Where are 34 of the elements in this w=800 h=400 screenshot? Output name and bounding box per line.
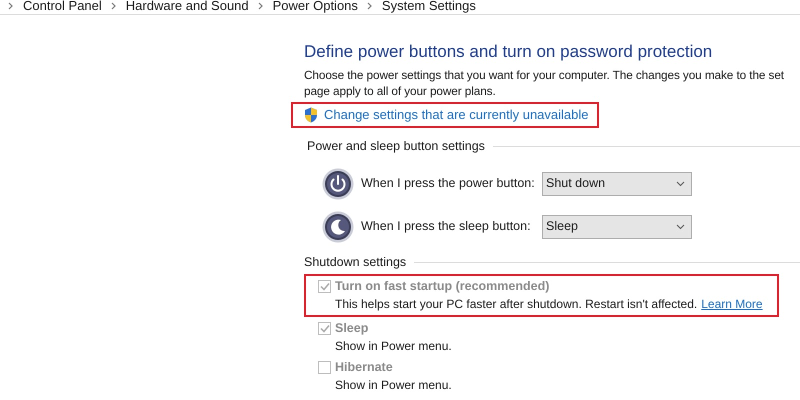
checkbox[interactable] [318, 280, 331, 293]
action-dropdown[interactable]: Sleep [542, 214, 692, 239]
breadcrumb-item[interactable]: Power Options [272, 0, 358, 16]
learn-more-link[interactable]: Learn More [701, 295, 763, 313]
chevron-down-icon [676, 180, 685, 187]
breadcrumb-item[interactable]: Control Panel [23, 0, 102, 16]
action-dropdown[interactable]: Shut down [542, 172, 692, 196]
change-settings-link[interactable]: Change settings that are currently unavailable [324, 105, 588, 125]
power-icon [322, 168, 354, 200]
option-label: Turn on fast startup (recommended) [335, 278, 550, 296]
option-description: This helps start your PC faster after shutdown. Restart isn't affected. [335, 296, 698, 313]
button-action-label: When I press the sleep button: [361, 218, 532, 236]
option-label: Hibernate [335, 359, 393, 376]
check-icon [320, 282, 330, 291]
chevron-icon [110, 2, 117, 10]
section-title: Power and sleep button settings [307, 138, 485, 155]
option-description: Show in Power menu. [335, 377, 452, 394]
checkbox[interactable] [318, 322, 331, 335]
button-action-label: When I press the power button: [361, 175, 535, 192]
chevron-down-icon [676, 224, 685, 230]
breadcrumb-item[interactable]: Hardware and Sound [126, 0, 249, 16]
option-label: Sleep [335, 320, 368, 338]
chevron-icon [258, 2, 264, 10]
page-heading: Define power buttons and turn on password protection [304, 41, 714, 63]
section-title: Shutdown settings [304, 254, 406, 271]
check-icon [320, 324, 330, 333]
breadcrumb-item[interactable]: System Settings [382, 0, 476, 16]
checkbox[interactable] [318, 361, 331, 374]
chevron-icon [366, 2, 373, 10]
moon-icon [322, 210, 354, 243]
page-description: Choose the power settings that you want for your computer. The changes you make to the set page apply to all of your power plans. [304, 67, 785, 99]
chevron-icon [8, 2, 14, 10]
option-description: Show in Power menu. [335, 338, 452, 355]
shield-icon [304, 107, 318, 123]
